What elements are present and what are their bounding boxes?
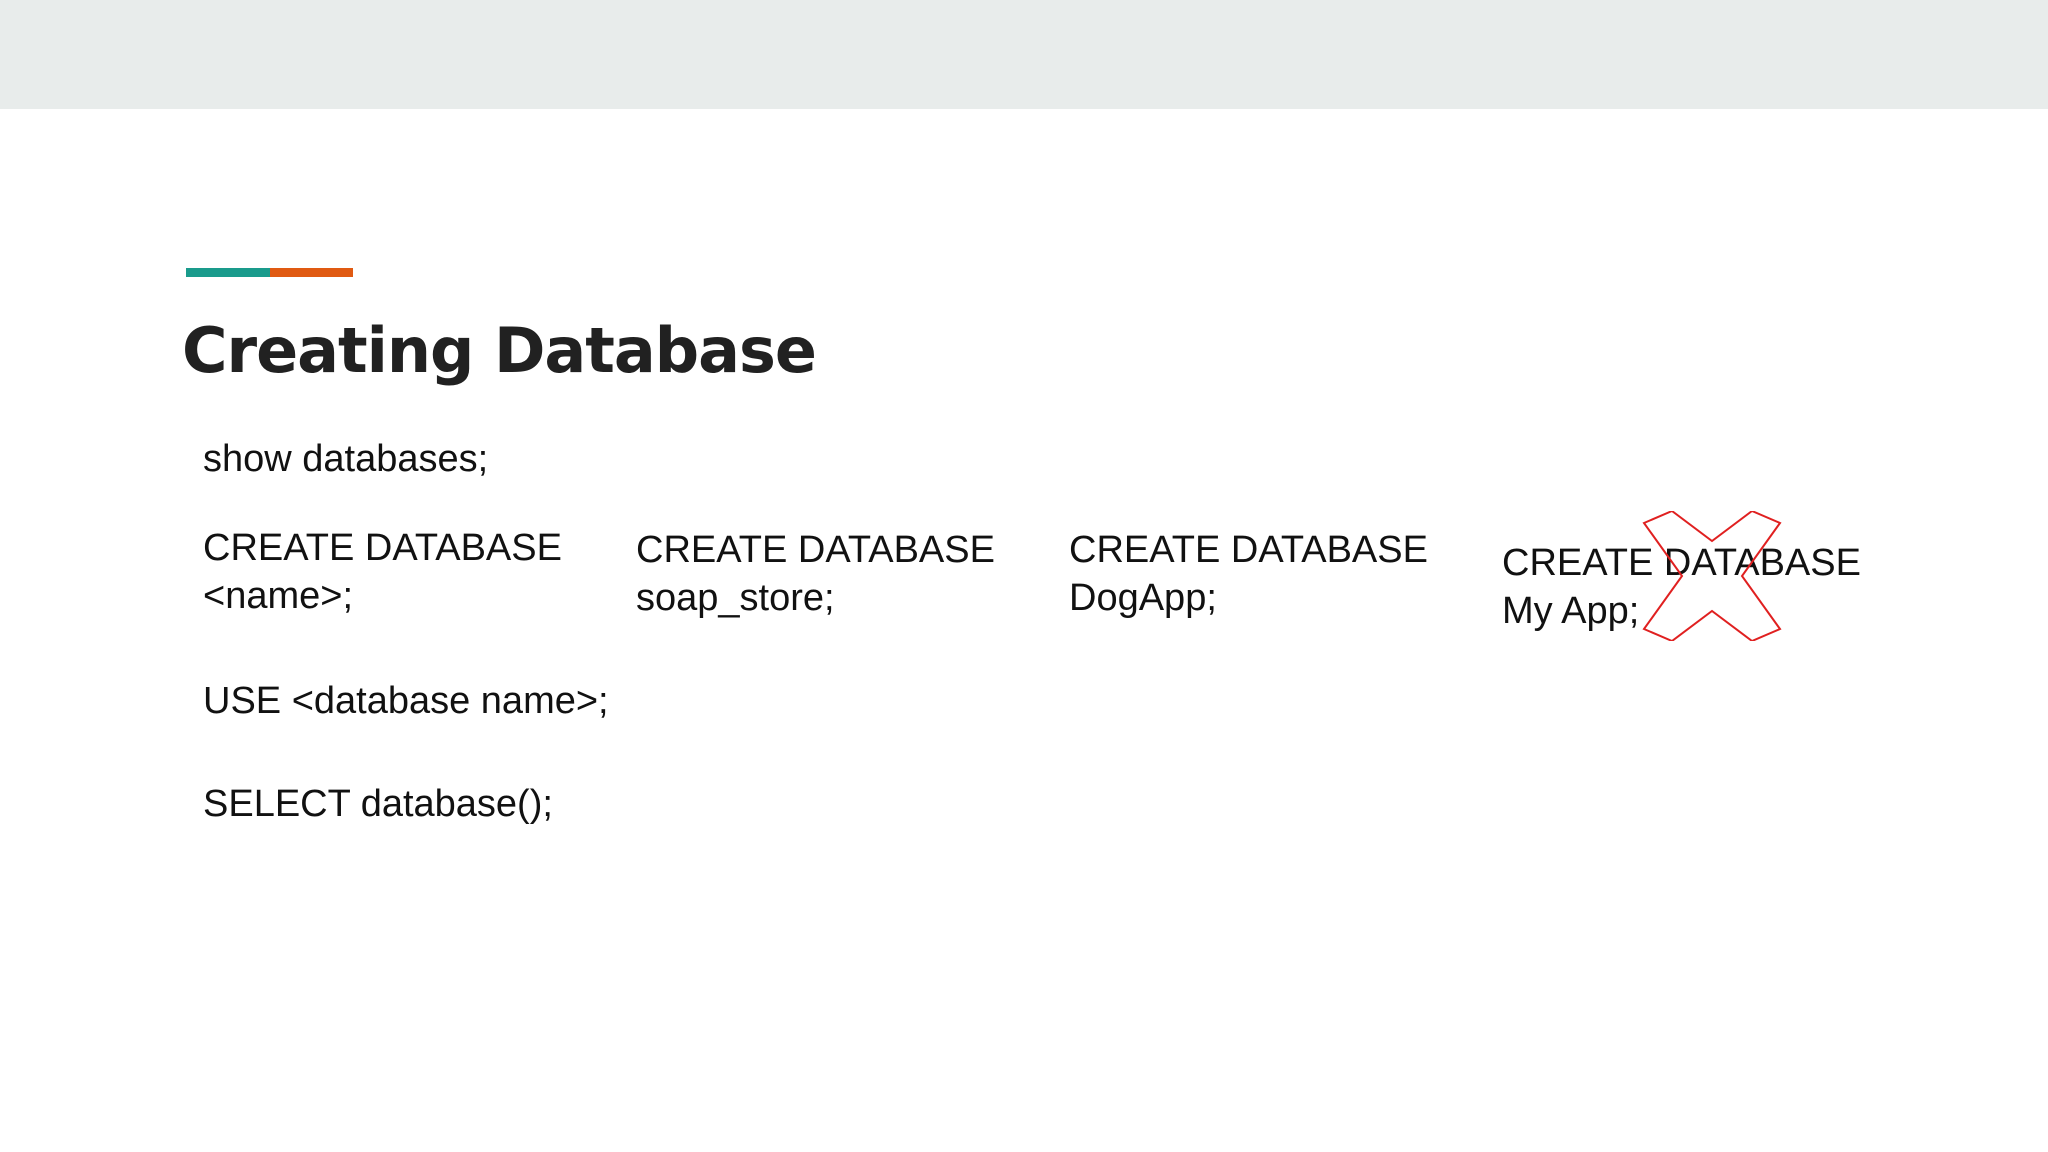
create-example-line2: My App;: [1502, 590, 1640, 632]
select-database-statement: SELECT database();: [203, 783, 553, 825]
show-databases-statement: show databases;: [203, 438, 489, 480]
accent-segment-orange: [270, 268, 353, 277]
create-example-generic: CREATE DATABASE <name>;: [203, 524, 562, 620]
top-bar: [0, 0, 2048, 109]
accent-segment-teal: [186, 268, 270, 277]
create-example-dogapp: CREATE DATABASE DogApp;: [1069, 526, 1428, 622]
create-example-line2: soap_store;: [636, 577, 835, 619]
create-example-soap-store: CREATE DATABASE soap_store;: [636, 526, 995, 622]
use-database-statement: USE <database name>;: [203, 680, 609, 722]
create-example-my-app-invalid: CREATE DATABASE My App;: [1502, 539, 1861, 635]
create-example-line1: CREATE DATABASE: [1069, 529, 1428, 571]
create-example-line2: DogApp;: [1069, 577, 1217, 619]
create-example-line1: CREATE DATABASE: [203, 527, 562, 569]
create-example-line1: CREATE DATABASE: [1502, 542, 1861, 584]
title-accent-bar: [186, 268, 353, 277]
slide-title: Creating Database: [182, 314, 817, 387]
create-example-line2: <name>;: [203, 575, 353, 617]
create-example-line1: CREATE DATABASE: [636, 529, 995, 571]
